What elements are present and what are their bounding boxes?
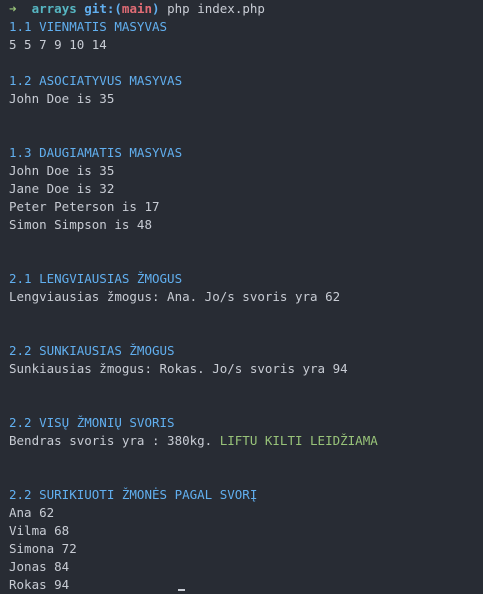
output-line: Jane Doe is 32 [9, 181, 115, 196]
prompt-git-label: git:( [84, 1, 122, 16]
total-weight-text: Bendras svoris yra : 380kg. [9, 433, 220, 448]
array-values: 5 5 7 9 10 14 [9, 37, 107, 52]
section-heading-2-2-sorted: 2.2 SURIKIUOTI ŽMONĖS PAGAL SVORĮ [9, 487, 258, 502]
prompt-line: ➜ arrays git:(main) php index.php [9, 0, 483, 18]
terminal-cursor [178, 589, 185, 591]
output-line: John Doe is 35 [9, 91, 115, 106]
output-line: Ana 62 [9, 505, 55, 520]
terminal-window[interactable]: ➜ arrays git:(main) php index.php 1.1 VI… [0, 0, 483, 594]
output-line: Vilma 68 [9, 523, 70, 538]
output-line: John Doe is 35 [9, 163, 115, 178]
section-heading-1-1: 1.1 VIENMATIS MASYVAS [9, 19, 168, 34]
output-line: Peter Peterson is 17 [9, 199, 160, 214]
prompt-arrow-icon: ➜ [9, 1, 17, 16]
section-heading-1-2: 1.2 ASOCIATYVUS MASYVAS [9, 73, 183, 88]
prompt-command: php index.php [167, 1, 265, 16]
output-line: Simona 72 [9, 541, 77, 556]
prompt-git-close: ) [152, 1, 160, 16]
lift-status: LIFTU KILTI LEIDŽIAMA [219, 433, 378, 448]
output-line: Sunkiausias žmogus: Rokas. Jo/s svoris y… [9, 361, 348, 376]
prompt-branch: main [121, 1, 153, 16]
section-heading-2-2-total: 2.2 VISŲ ŽMONIŲ SVORIS [9, 415, 175, 430]
output-line: Rokas 94 [9, 577, 70, 592]
output-line: Simon Simpson is 48 [9, 217, 152, 232]
output-line: Jonas 84 [9, 559, 70, 574]
output-line: Lengviausias žmogus: Ana. Jo/s svoris yr… [9, 289, 341, 304]
section-heading-2-1: 2.1 LENGVIAUSIAS ŽMOGUS [9, 271, 183, 286]
output-line: Bendras svoris yra : 380kg. LIFTU KILTI … [9, 432, 483, 450]
section-heading-2-2-heaviest: 2.2 SUNKIAUSIAS ŽMOGUS [9, 343, 175, 358]
section-heading-1-3: 1.3 DAUGIAMATIS MASYVAS [9, 145, 183, 160]
prompt-directory: arrays [31, 1, 77, 16]
